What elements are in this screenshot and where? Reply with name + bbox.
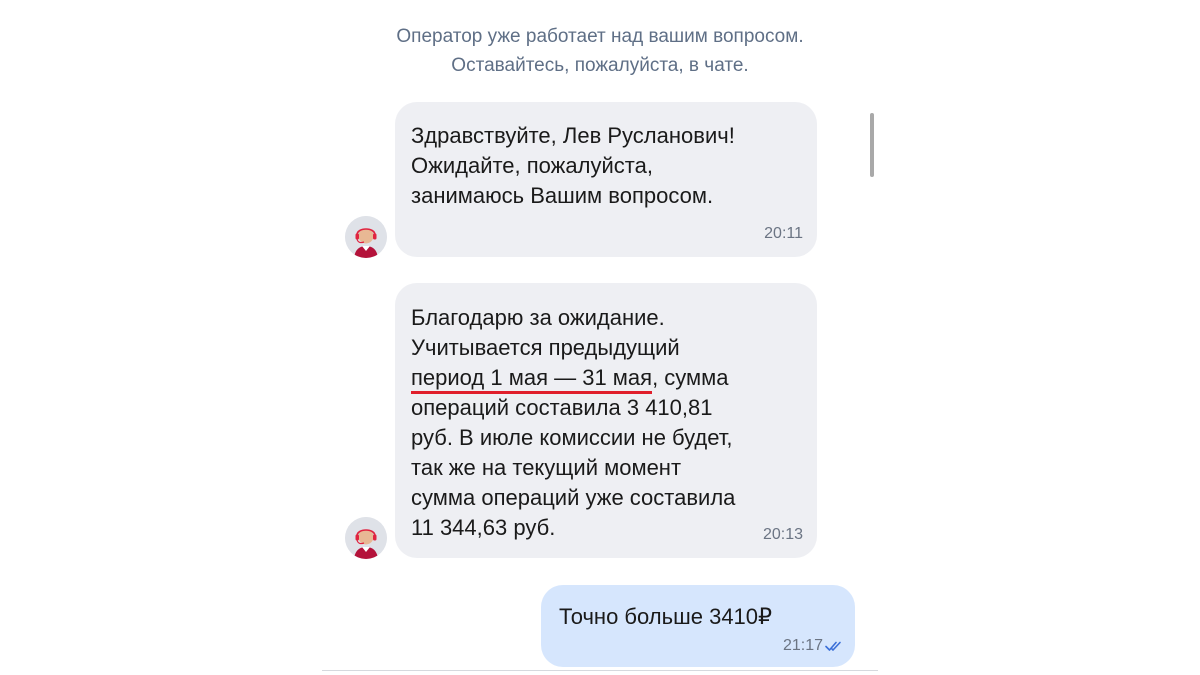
message-line: так же на текущий момент <box>411 455 682 480</box>
message-line: 11 344,63 руб. <box>411 515 556 540</box>
message-text: Точно больше 3410₽ <box>559 604 773 629</box>
operator-headset-icon <box>345 517 387 559</box>
message-line: сумма операций уже составила <box>411 485 736 510</box>
message-line: операций составила 3 410,81 <box>411 395 713 420</box>
message-timestamp: 21:17 <box>783 637 843 655</box>
message-timestamp: 20:13 <box>762 526 803 543</box>
message-line: руб. В июле комиссии не будет, <box>411 425 733 450</box>
chat-scrollbar[interactable] <box>870 113 874 177</box>
message-bubble-incoming: Здравствуйте, Лев Русланович! Ожидайте, … <box>395 102 817 257</box>
operator-avatar <box>345 216 387 258</box>
message-bubble-incoming: Благодарю за ожидание. Учитывается преды… <box>395 283 817 558</box>
operator-status-notice: Оператор уже работает над вашим вопросом… <box>300 22 900 80</box>
message-line: Учитывается предыдущий <box>411 335 680 360</box>
notice-line-1: Оператор уже работает над вашим вопросом… <box>396 26 804 47</box>
message-line: занимаюсь Вашим вопросом. <box>411 183 714 208</box>
message-timestamp: 20:11 <box>764 225 803 242</box>
operator-avatar <box>345 517 387 559</box>
double-check-icon <box>825 641 841 651</box>
message-line: Ожидайте, пожалуйста, <box>411 153 653 178</box>
highlighted-period: период 1 мая — 31 мая <box>411 365 653 394</box>
operator-headset-icon <box>345 216 387 258</box>
notice-line-2: Оставайтесь, пожалуйста, в чате. <box>451 55 749 76</box>
message-bubble-outgoing: Точно больше 3410₽ 21:17 <box>541 585 855 667</box>
message-line: Здравствуйте, Лев Русланович! <box>411 123 735 148</box>
message-line: период 1 мая — 31 мая, сумма <box>411 363 801 394</box>
message-line: Благодарю за ожидание. <box>411 305 665 330</box>
composer-divider <box>322 670 878 671</box>
